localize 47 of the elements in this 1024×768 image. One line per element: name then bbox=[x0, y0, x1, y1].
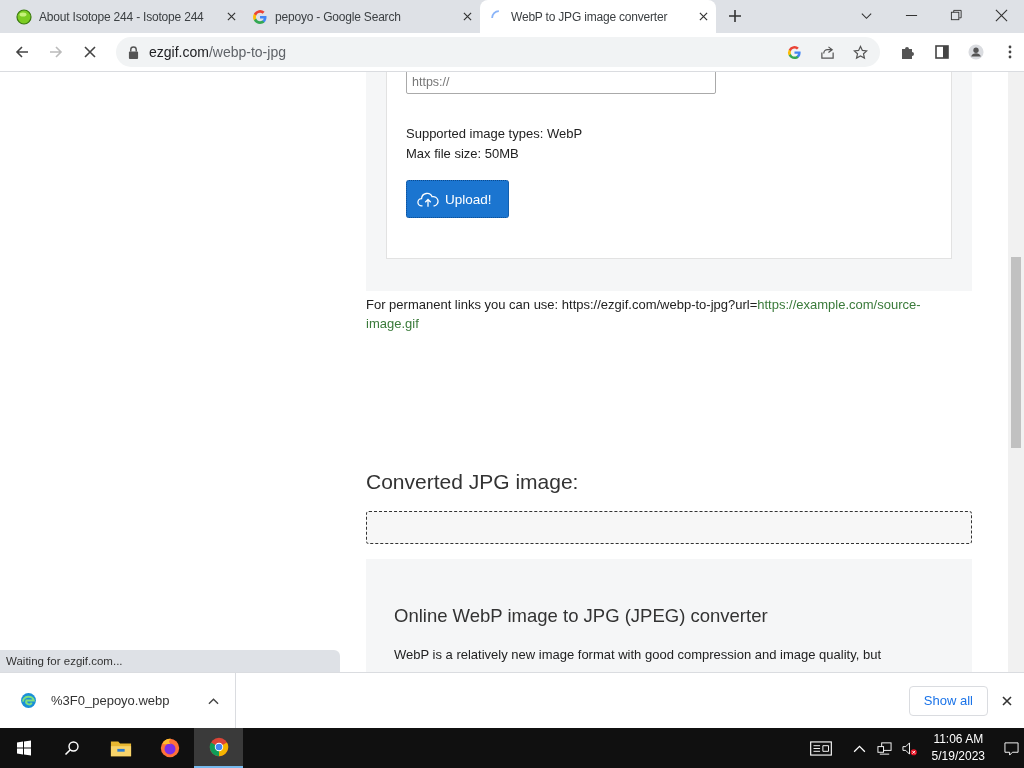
close-icon[interactable] bbox=[699, 12, 708, 21]
new-tab-icon[interactable] bbox=[728, 9, 742, 23]
restore-icon[interactable] bbox=[950, 9, 963, 22]
back-icon[interactable] bbox=[14, 44, 30, 60]
scrollbar[interactable] bbox=[1008, 72, 1024, 672]
browser-icon bbox=[207, 736, 230, 758]
google-icon[interactable] bbox=[787, 44, 802, 60]
permanent-link-text: For permanent links you can use: https://ezgif.com/webp-to-jpg?url=https://example.com/source-image.gif bbox=[366, 296, 922, 333]
section-heading: Converted JPG image: bbox=[366, 470, 580, 494]
taskbar-app[interactable] bbox=[194, 728, 243, 768]
muted-speaker-icon[interactable] bbox=[901, 740, 917, 756]
description-text: WebP is a relatively new image format with good compression and image quality, but bbox=[394, 647, 883, 662]
section-heading: Online WebP image to JPG (JPEG) converter bbox=[394, 605, 769, 627]
share-icon[interactable] bbox=[820, 44, 835, 60]
clock-time: 11:06 AM bbox=[933, 731, 984, 748]
upload-button[interactable]: Upload! bbox=[406, 180, 509, 218]
puzzle-icon[interactable] bbox=[900, 44, 916, 60]
star-icon[interactable] bbox=[853, 44, 868, 60]
browser-tab[interactable]: pepoyo - Google Search bbox=[244, 0, 480, 33]
google-icon bbox=[252, 8, 268, 25]
show-all-button[interactable]: Show all bbox=[908, 685, 988, 716]
caret-icon[interactable] bbox=[208, 696, 219, 705]
address-bar[interactable]: ezgif.com/webp-to-jpg bbox=[116, 37, 880, 67]
loading-spinner-icon bbox=[491, 10, 500, 19]
stop-icon[interactable] bbox=[82, 44, 98, 60]
status-bubble: Waiting for ezgif.com... bbox=[0, 650, 340, 672]
ball-icon bbox=[16, 8, 32, 25]
browser-tab[interactable]: About Isotope 244 - Isotope 244 bbox=[8, 0, 244, 33]
lock-icon bbox=[128, 45, 139, 59]
network-icon[interactable] bbox=[876, 740, 892, 756]
notification-icon[interactable] bbox=[1004, 740, 1019, 756]
edge-icon bbox=[20, 692, 37, 709]
side-panel-icon[interactable] bbox=[934, 44, 950, 60]
clock[interactable]: 11:06 AM 5/19/2023 bbox=[931, 731, 985, 765]
max-size-text: Max file size: 50MB bbox=[406, 145, 520, 163]
url-field[interactable]: https:// bbox=[406, 72, 716, 94]
profile-icon[interactable] bbox=[968, 44, 984, 60]
supported-types-text: Supported image types: WebP bbox=[406, 125, 584, 143]
news-icon[interactable] bbox=[808, 740, 833, 756]
clock-date: 5/19/2023 bbox=[931, 748, 985, 765]
browser-icon bbox=[158, 737, 181, 759]
close-icon[interactable] bbox=[995, 9, 1008, 22]
close-icon[interactable] bbox=[227, 12, 236, 21]
close-icon[interactable] bbox=[463, 12, 472, 21]
browser-tab[interactable]: WebP to JPG image converter bbox=[480, 0, 716, 33]
cloud-upload-icon bbox=[417, 190, 439, 208]
close-icon[interactable] bbox=[1002, 695, 1012, 706]
